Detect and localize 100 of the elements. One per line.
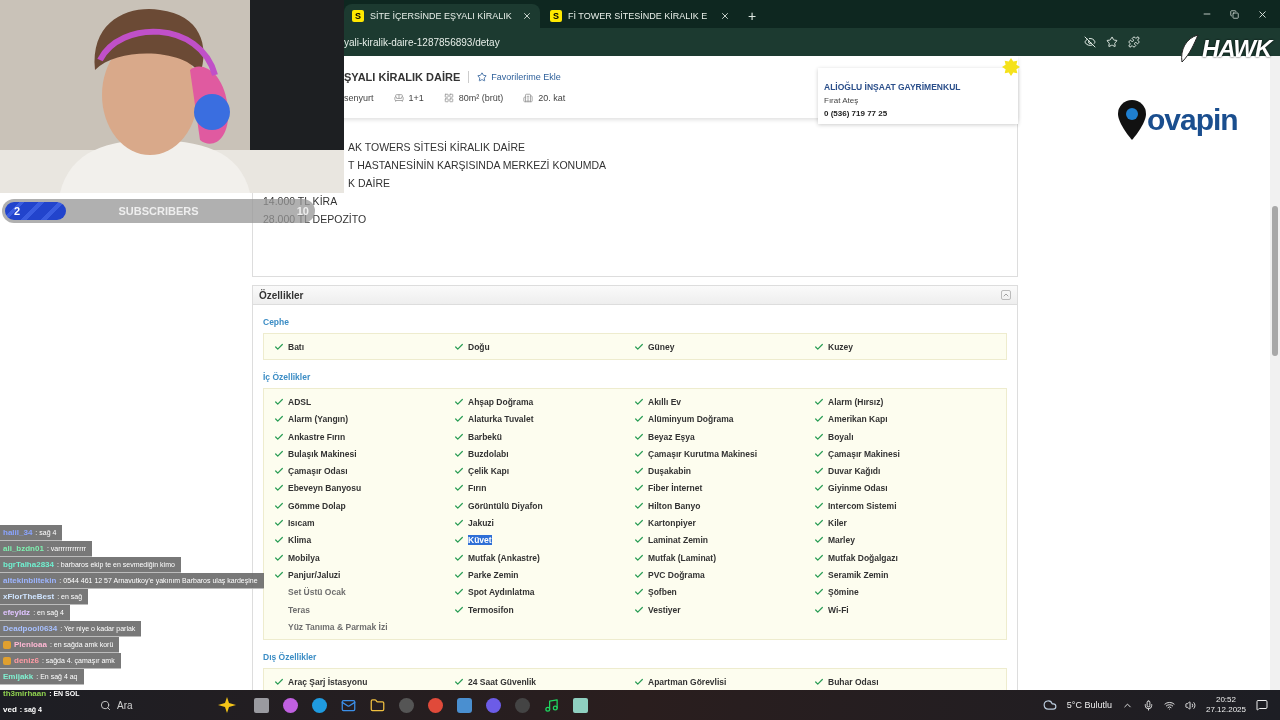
feature-label: Klima (288, 535, 312, 546)
puzzle-icon[interactable] (1128, 36, 1140, 48)
feature-label: Alüminyum Doğrama (648, 414, 734, 425)
feature-label: Görüntülü Diyafon (468, 500, 543, 511)
speaker-icon[interactable] (1184, 699, 1196, 711)
feature-label: PVC Doğrama (648, 569, 705, 580)
feature-label: Panjur/Jaluzi (288, 569, 341, 580)
mail-icon[interactable] (341, 697, 356, 713)
feature-label: Gömme Dolap (288, 500, 346, 511)
feature-label: Kartonpiyer (648, 518, 696, 528)
chat-username: halil_34 (3, 528, 33, 537)
feature-label: Apartman Görevlisi (648, 677, 727, 688)
feature-label: Güney (648, 341, 675, 352)
feature-label: Duvar Kağıdı (828, 466, 881, 477)
seller-phone: 0 (536) 719 77 25 (824, 109, 889, 118)
feature-label: Amerikan Kapı (828, 414, 888, 425)
feature-label: Şömine (828, 587, 859, 598)
feature-label: Spot Aydınlatma (468, 587, 535, 598)
chat-username: efeyldz (3, 608, 31, 617)
seller-name: Fırat Ateş (824, 96, 860, 105)
group-title: İç Özellikler (263, 372, 312, 383)
description-line: AK TOWERS SİTESİ KİRALIK DAİRE (348, 140, 526, 154)
seller-company-link[interactable]: ALİOĞLU İNŞAAT GAYRİMENKUL (824, 82, 1012, 92)
feature-label: Duşakabin (648, 466, 691, 477)
chevron-up-icon (1002, 291, 1010, 299)
feature-label: Araç Şarj İstasyonu (288, 677, 368, 688)
sofa-icon (393, 93, 404, 103)
subscriber-count: 2 (14, 205, 21, 217)
chat-username: ved (3, 704, 17, 714)
site-favicon: S (352, 10, 364, 22)
chat-username: Emijakk (3, 672, 34, 681)
building-icon (523, 93, 534, 103)
listing-fact: 1+1 (408, 93, 424, 103)
listing-fact: senyurt (344, 93, 374, 103)
feature-label: Mutfak Doğalgazı (828, 552, 898, 563)
listing-fact: 20. kat (538, 93, 566, 103)
feature-label: Fiber İnternet (648, 483, 703, 494)
favorite-link[interactable]: Favorilerime Ekle (477, 72, 561, 82)
feature-label: Şofben (648, 587, 677, 598)
wifi-icon[interactable] (1163, 699, 1175, 711)
feature-label: ADSL (288, 396, 312, 407)
chat-username: Plenloaa (14, 640, 47, 649)
weather-text[interactable]: 5°C Bulutlu (1066, 700, 1112, 710)
group-title: Dış Özellikler (263, 652, 318, 663)
feature-label: Mutfak (Laminat) (648, 552, 716, 563)
close-icon[interactable] (720, 11, 730, 21)
star-badge-icon (1002, 58, 1020, 76)
feature-label: Buzdolabı (468, 448, 509, 459)
feature-label: Laminat Zemin (648, 535, 708, 546)
feature-label: Çelik Kapı (468, 466, 510, 477)
chat-username: th3mirhaan (3, 688, 47, 698)
sponsor-logo-text: ovapin (1147, 103, 1238, 137)
feature-label: Ahşap Doğrama (468, 396, 534, 407)
scrollbar[interactable] (1270, 56, 1280, 690)
feature-label: Giyinme Odası (828, 483, 888, 494)
feature-label: Yüz Tanıma & Parmak İzi (288, 621, 388, 632)
restore-icon[interactable] (1230, 9, 1239, 19)
feature-label: Küvet (468, 535, 492, 546)
feature-label: Alarm (Yangın) (288, 414, 348, 425)
close-icon[interactable] (522, 11, 532, 21)
listing-fact: 80m² (brüt) (458, 93, 504, 103)
bookmark-star-icon[interactable] (1106, 36, 1118, 48)
feature-label: Kuzey (828, 341, 854, 352)
notification-icon[interactable] (1256, 699, 1268, 711)
taskbar-clock[interactable]: 20:52 27.12.2025 (1205, 695, 1246, 715)
eye-slash-icon[interactable] (1084, 36, 1096, 48)
music-icon[interactable] (544, 697, 559, 713)
feature-label: Intercom Sistemi (828, 500, 897, 511)
feature-label: Ankastre Fırın (288, 431, 346, 442)
feature-label: Alarm (Hırsız) (828, 396, 884, 407)
feature-label: Alaturka Tuvalet (468, 414, 534, 425)
feature-label: Marley (828, 535, 855, 546)
feature-label: Wi-Fi (828, 604, 849, 615)
feature-label: Teras (288, 604, 311, 615)
feature-label: Isıcam (288, 518, 315, 528)
close-icon[interactable] (1257, 8, 1268, 20)
feature-label: Set Üstü Ocak (288, 587, 346, 598)
feature-label: Çamaşır Makinesi (828, 448, 900, 459)
search-icon (100, 699, 111, 711)
chat-username: deniz6 (14, 656, 39, 665)
feature-label: Termosifon (468, 604, 514, 615)
browser-tab[interactable]: S SİTE İÇERSİNDE EŞYALI KİRALIK (344, 4, 540, 28)
folder-icon[interactable] (370, 697, 385, 713)
browser-tab[interactable]: S Fİ TOWER SİTESİNDE KİRALIK E (542, 4, 738, 28)
feature-label: Bulaşık Makinesi (288, 448, 357, 459)
chat-username: xFlorTheBest (3, 592, 55, 601)
feature-label: Çamaşır Kurutma Makinesi (648, 448, 758, 459)
feature-label: Vestiyer (648, 604, 681, 615)
subscriber-label: SUBSCRIBERS (118, 205, 199, 217)
feature-label: Akıllı Ev (648, 396, 682, 407)
feature-label: Ebeveyn Banyosu (288, 483, 362, 494)
feature-label: Jakuzi (468, 518, 494, 528)
map-pin-icon (1117, 100, 1147, 140)
feature-label: Beyaz Eşya (648, 431, 695, 442)
taskbar-search-field[interactable]: Ara (100, 699, 200, 711)
new-tab-button[interactable]: + (748, 8, 757, 24)
microphone-icon[interactable] (1142, 699, 1154, 711)
feature-label: Hilton Banyo (648, 500, 701, 511)
feature-label: 24 Saat Güvenlik (468, 677, 537, 688)
chat-username: ali_bzdn01 (3, 544, 44, 553)
